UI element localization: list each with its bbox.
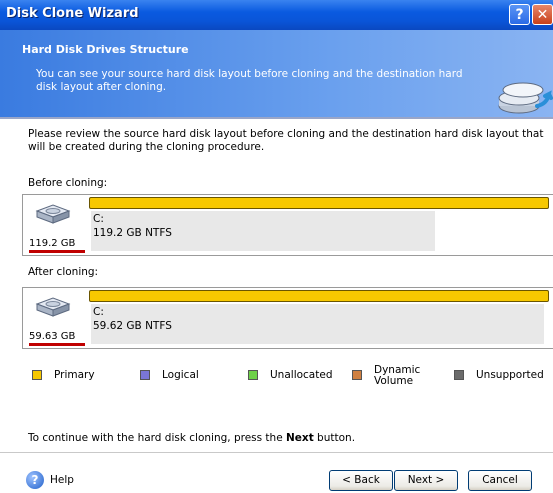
next-button[interactable]: Next > bbox=[394, 470, 458, 491]
before-disk-layout: 119.2 GB C: 119.2 GB NTFS bbox=[22, 194, 553, 256]
after-disk-info: 59.63 GB bbox=[23, 288, 87, 348]
unallocated-swatch bbox=[248, 370, 258, 380]
legend-label: Unallocated bbox=[270, 369, 333, 381]
header-title: Hard Disk Drives Structure bbox=[22, 43, 189, 56]
back-button[interactable]: < Back bbox=[329, 470, 393, 491]
header-separator bbox=[0, 117, 553, 119]
title-help-button[interactable]: ? bbox=[509, 4, 530, 25]
logical-swatch bbox=[140, 370, 150, 380]
primary-partition-bar bbox=[89, 197, 549, 209]
help-icon[interactable]: ? bbox=[26, 471, 44, 489]
title-bar: Disk Clone Wizard ? ✕ bbox=[0, 0, 553, 30]
instruction-next-word: Next bbox=[286, 432, 314, 444]
after-disk-size: 59.63 GB bbox=[29, 331, 76, 342]
close-button[interactable]: ✕ bbox=[532, 4, 553, 25]
primary-partition-bar bbox=[89, 290, 549, 302]
partition-letter: C: bbox=[93, 306, 104, 318]
continue-instruction: To continue with the hard disk cloning, … bbox=[28, 432, 355, 444]
after-partition-c[interactable]: C: 59.62 GB NTFS bbox=[87, 288, 553, 348]
before-disk-info: 119.2 GB bbox=[23, 195, 87, 255]
legend-label: Dynamic Volume bbox=[374, 364, 421, 387]
disk-size-underline bbox=[29, 343, 85, 346]
instruction-text-end: button. bbox=[313, 432, 356, 444]
legend-label: Primary bbox=[54, 369, 95, 381]
partition-letter: C: bbox=[93, 213, 104, 225]
cancel-button[interactable]: Cancel bbox=[468, 470, 532, 491]
before-partition-c[interactable]: C: 119.2 GB NTFS bbox=[87, 195, 553, 255]
dynamic-volume-swatch bbox=[352, 370, 362, 380]
after-cloning-label: After cloning: bbox=[28, 266, 99, 278]
partition-info: 119.2 GB NTFS bbox=[93, 227, 172, 239]
hard-drive-icon bbox=[35, 204, 71, 224]
primary-swatch bbox=[32, 370, 42, 380]
disk-size-underline bbox=[29, 250, 85, 253]
legend-label: Unsupported bbox=[476, 369, 544, 381]
partition-info: 59.62 GB NTFS bbox=[93, 320, 172, 332]
hard-drive-icon bbox=[35, 297, 71, 317]
after-disk-layout: 59.63 GB C: 59.62 GB NTFS bbox=[22, 287, 553, 349]
intro-text: Please review the source hard disk layou… bbox=[28, 128, 544, 153]
unsupported-swatch bbox=[454, 370, 464, 380]
partition-legend: Primary Logical Unallocated Dynamic Volu… bbox=[0, 364, 553, 392]
bottom-separator bbox=[0, 452, 553, 453]
before-disk-size: 119.2 GB bbox=[29, 238, 76, 249]
instruction-text: To continue with the hard disk cloning, … bbox=[28, 432, 287, 444]
legend-label: Logical bbox=[162, 369, 199, 381]
window-title: Disk Clone Wizard bbox=[6, 6, 139, 21]
before-cloning-label: Before cloning: bbox=[28, 177, 108, 189]
help-button[interactable]: Help bbox=[50, 474, 74, 486]
header-description: You can see your source hard disk layout… bbox=[36, 68, 463, 93]
wizard-header: Hard Disk Drives Structure You can see y… bbox=[0, 30, 553, 117]
